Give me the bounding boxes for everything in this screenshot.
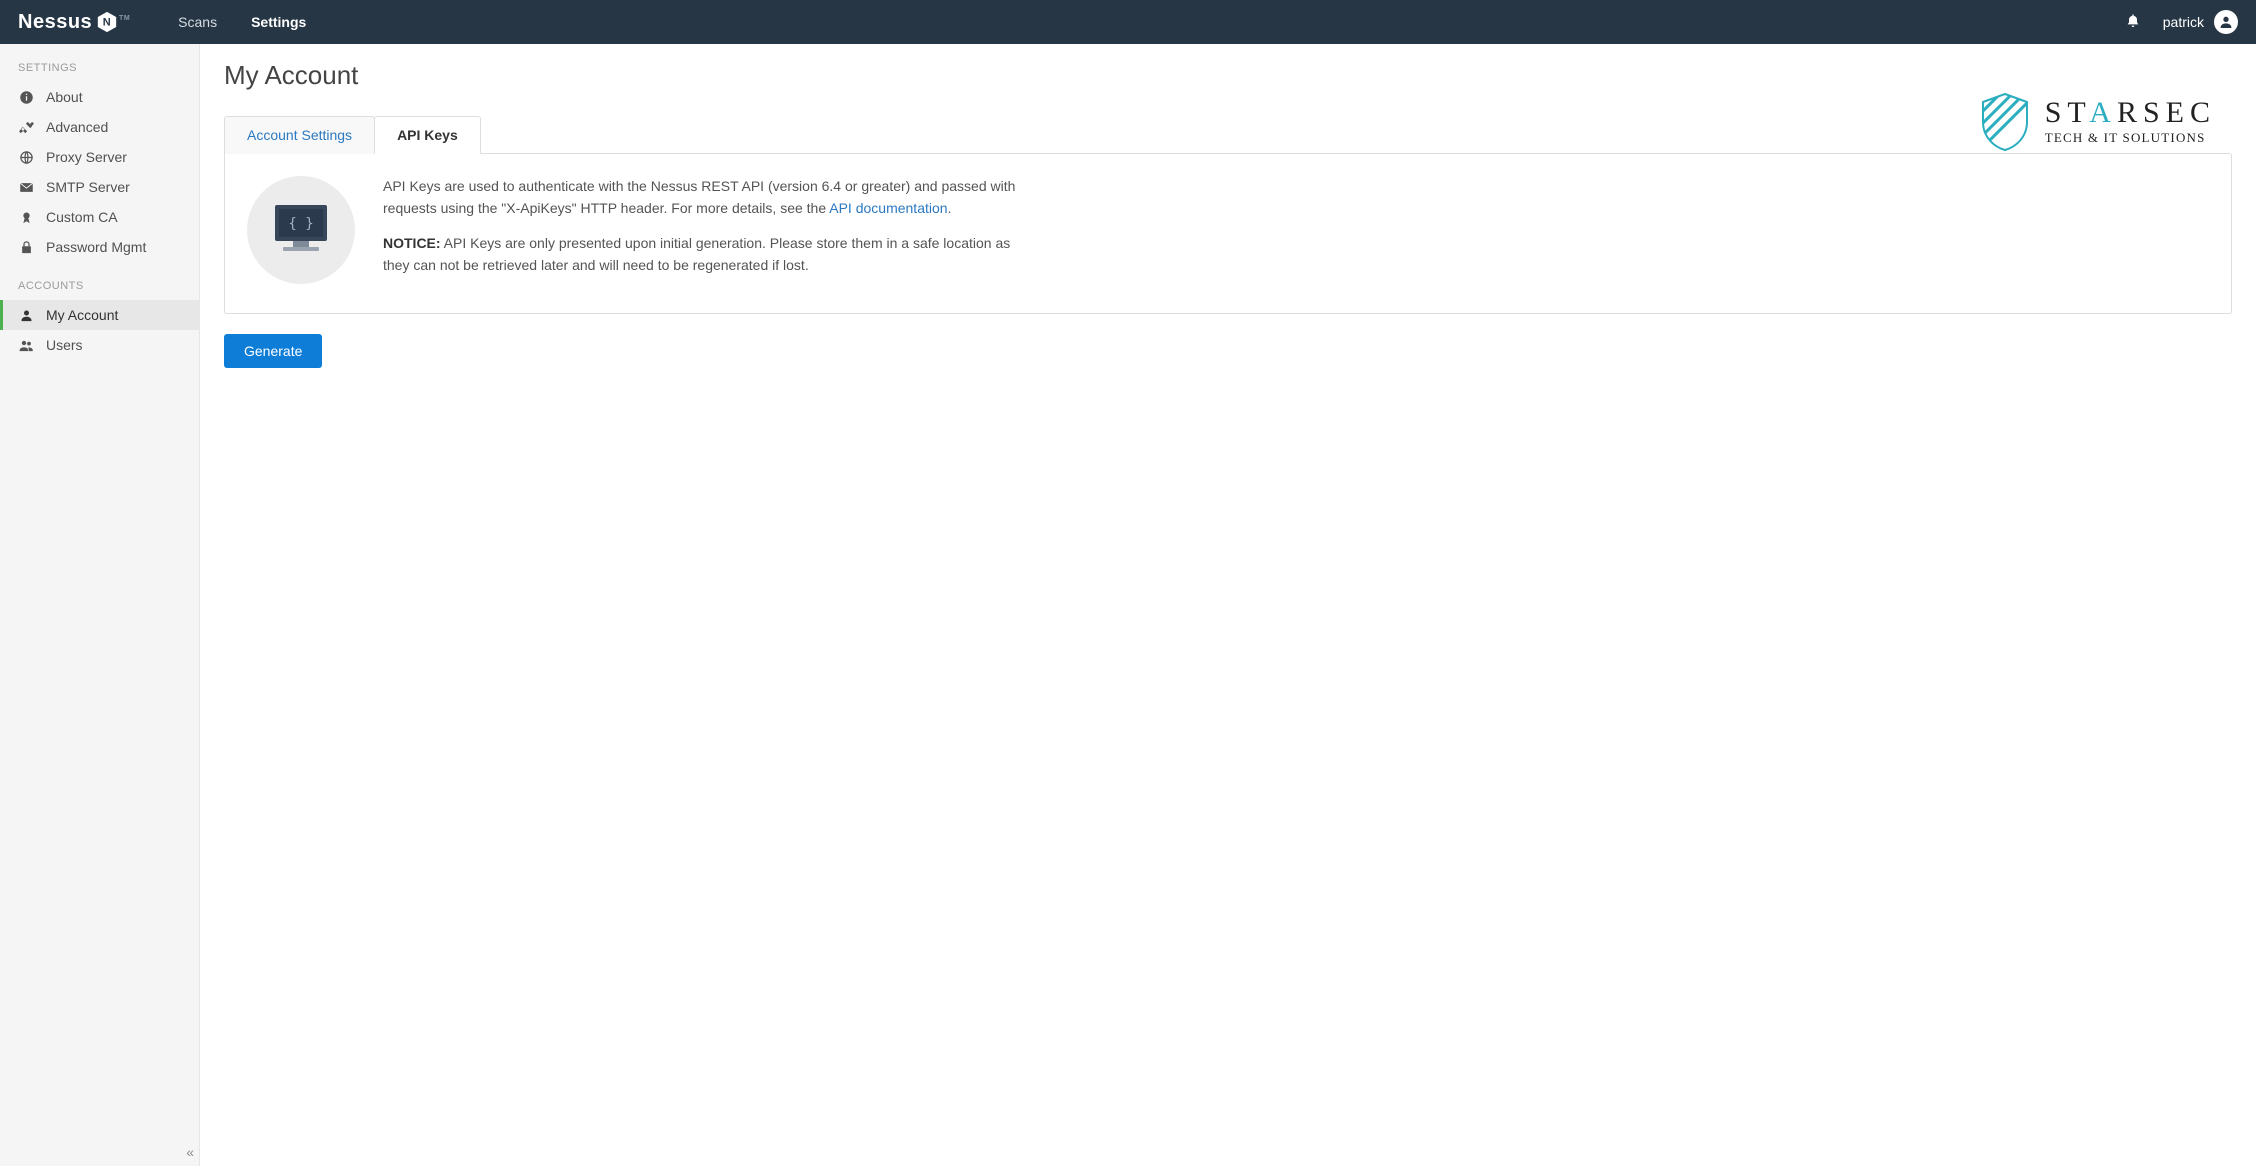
user-icon — [18, 307, 34, 323]
notice-text: API Keys are only presented upon initial… — [383, 235, 1010, 273]
user-name: patrick — [2163, 14, 2204, 30]
monitor-icon: { } — [269, 201, 333, 259]
sidebar-item-myaccount[interactable]: My Account — [0, 300, 199, 330]
generate-button[interactable]: Generate — [224, 334, 322, 368]
page-title: My Account — [224, 60, 2232, 91]
globe-icon — [18, 149, 34, 165]
users-icon — [18, 337, 34, 353]
sidebar-item-password[interactable]: Password Mgmt — [0, 232, 199, 262]
brand-name: Nessus — [18, 11, 92, 34]
sidebar: SETTINGS About Advanced Proxy Server SMT… — [0, 44, 200, 1166]
sidebar-item-label: Users — [46, 337, 83, 353]
nav-link-settings[interactable]: Settings — [251, 14, 306, 30]
main-content: My Account STARSEC TECH & IT SOLUTIO — [200, 44, 2256, 1166]
info-icon — [18, 89, 34, 105]
sidebar-item-label: Proxy Server — [46, 149, 127, 165]
notice-label: NOTICE: — [383, 235, 441, 251]
sidebar-item-label: My Account — [46, 307, 118, 323]
nav-links: Scans Settings — [178, 14, 306, 30]
sidebar-item-advanced[interactable]: Advanced — [0, 112, 199, 142]
svg-text:{ }: { } — [288, 216, 313, 232]
nav-right: patrick — [2125, 10, 2238, 34]
brand-tm: TM — [119, 15, 130, 22]
sidebar-item-label: About — [46, 89, 83, 105]
sidebar-item-customca[interactable]: Custom CA — [0, 202, 199, 232]
top-navbar: Nessus N TM Scans Settings patrick — [0, 0, 2256, 44]
nav-link-scans[interactable]: Scans — [178, 14, 217, 30]
lock-icon — [18, 239, 34, 255]
sidebar-item-proxy[interactable]: Proxy Server — [0, 142, 199, 172]
sidebar-section-settings: SETTINGS — [0, 44, 199, 82]
brand-hex-icon: N — [96, 11, 118, 33]
user-menu[interactable]: patrick — [2163, 10, 2238, 34]
panel-illustration: { } — [247, 176, 355, 291]
sidebar-item-label: SMTP Server — [46, 179, 130, 195]
sidebar-item-label: Advanced — [46, 119, 108, 135]
ribbon-icon — [18, 209, 34, 225]
sidebar-section-accounts: ACCOUNTS — [0, 262, 199, 300]
sidebar-item-about[interactable]: About — [0, 82, 199, 112]
sidebar-item-smtp[interactable]: SMTP Server — [0, 172, 199, 202]
sidebar-item-label: Custom CA — [46, 209, 118, 225]
tabs: Account Settings API Keys — [224, 115, 2232, 153]
tab-account-settings[interactable]: Account Settings — [224, 116, 375, 154]
sidebar-item-users[interactable]: Users — [0, 330, 199, 360]
avatar-icon — [2214, 10, 2238, 34]
svg-text:N: N — [103, 17, 111, 29]
sidebar-item-label: Password Mgmt — [46, 239, 146, 255]
bell-icon[interactable] — [2125, 13, 2141, 32]
api-doc-link[interactable]: API documentation — [829, 200, 947, 216]
api-desc-suffix: . — [948, 200, 952, 216]
sidebar-collapse[interactable]: « — [186, 1144, 191, 1160]
mail-icon — [18, 179, 34, 195]
tab-api-keys[interactable]: API Keys — [374, 116, 481, 154]
api-keys-panel: { } API Keys are used to authenticate wi… — [224, 153, 2232, 314]
tools-icon — [18, 119, 34, 135]
panel-body: API Keys are used to authenticate with t… — [383, 176, 1023, 291]
brand[interactable]: Nessus N TM — [18, 11, 118, 34]
